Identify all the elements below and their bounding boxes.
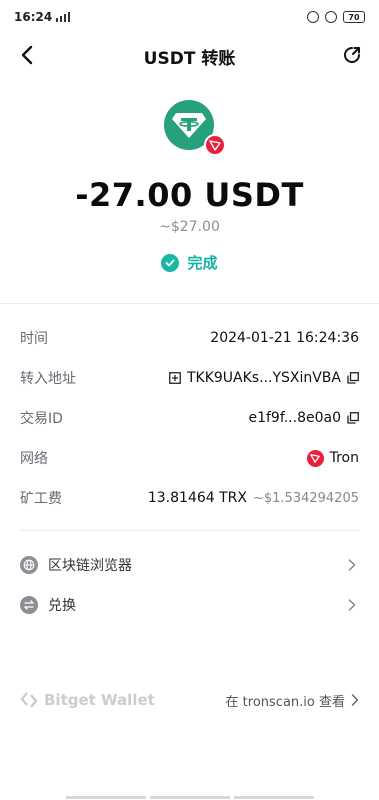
- status-badge: 完成: [0, 252, 379, 273]
- detail-value: e1f9f...8e0a0: [248, 410, 359, 426]
- detail-value: 13.81464 TRX ~$1.534294205: [148, 490, 359, 506]
- explorer-link[interactable]: 区块链浏览器: [20, 545, 359, 585]
- swap-link[interactable]: 兑换: [20, 585, 359, 625]
- token-logo: [163, 100, 226, 156]
- detail-row-network: 网络 Tron: [20, 438, 359, 478]
- check-circle-icon: [161, 253, 180, 272]
- network-value: Tron: [329, 450, 359, 466]
- detail-label: 矿工费: [20, 491, 62, 507]
- tronscan-text: 在 tronscan.io 查看: [225, 694, 345, 710]
- chevron-right-icon: [345, 558, 359, 572]
- fiat-amount: ~$27.00: [159, 219, 220, 235]
- detail-row-fee: 矿工费 13.81464 TRX ~$1.534294205: [20, 478, 359, 518]
- detail-label: 交易ID: [20, 411, 63, 427]
- bottom-edge: [0, 796, 379, 800]
- add-contact-icon[interactable]: [169, 372, 181, 384]
- chevron-right-icon: [345, 598, 359, 612]
- detail-row-time: 时间 2024-01-21 16:24:36: [20, 318, 359, 358]
- address-value: TKK9UAKs...YSXinVBA: [186, 370, 341, 386]
- txid-value: e1f9f...8e0a0: [248, 410, 341, 426]
- transfer-amount: -27.00 USDT: [75, 176, 304, 214]
- detail-value: 2024-01-21 16:24:36: [210, 330, 359, 346]
- copy-icon[interactable]: [347, 372, 359, 384]
- signal-icon: [56, 12, 71, 22]
- swap-icon: [20, 596, 38, 614]
- detail-row-txid: 交易ID e1f9f...8e0a0: [20, 398, 359, 438]
- detail-label: 时间: [20, 331, 48, 347]
- chevron-right-icon: [351, 694, 359, 706]
- status-left: 16:24: [14, 10, 78, 24]
- globe-icon: [20, 556, 38, 574]
- tron-icon: [306, 449, 324, 467]
- detail-value: TKK9UAKs...YSXinVBA: [169, 370, 359, 386]
- tether-symbol-icon: [171, 113, 206, 138]
- section-divider: [0, 303, 379, 304]
- token-hero: [0, 100, 379, 156]
- edge-segment: [149, 796, 230, 799]
- link-label: 兑换: [48, 598, 76, 614]
- nav-bar: USDT 转账: [0, 36, 379, 76]
- back-button[interactable]: [12, 40, 42, 70]
- battery-icon: 70: [343, 11, 365, 23]
- chevron-left-icon: [21, 45, 33, 65]
- page-title: USDT 转账: [143, 48, 236, 69]
- detail-row-address: 转入地址 TKK9UAKs...YSXinVBA: [20, 358, 359, 398]
- detail-label: 网络: [20, 451, 48, 467]
- bitget-wallet-logo: Bitget Wallet: [20, 691, 155, 709]
- link-label: 区块链浏览器: [48, 558, 132, 574]
- edge-segment: [233, 796, 314, 799]
- bitget-icon: [20, 692, 38, 708]
- time-value: 2024-01-21 16:24:36: [210, 330, 359, 346]
- copy-icon[interactable]: [347, 412, 359, 424]
- section-divider: [20, 530, 359, 531]
- tron-badge-icon: [203, 134, 226, 156]
- wifi-icon: [325, 11, 337, 23]
- external-link-icon: [344, 47, 360, 63]
- status-text: 完成: [187, 254, 218, 272]
- brand-text: Bitget Wallet: [44, 691, 155, 709]
- edge-segment: [65, 796, 146, 799]
- action-links: 区块链浏览器 兑换: [20, 545, 359, 625]
- status-right: 70: [307, 11, 365, 23]
- fee-value: 13.81464 TRX: [147, 490, 247, 506]
- transaction-details: 时间 2024-01-21 16:24:36 转入地址 TKK9UAKs...Y…: [20, 318, 359, 518]
- detail-label: 转入地址: [20, 371, 76, 387]
- footer: Bitget Wallet 在 tronscan.io 查看: [20, 686, 359, 714]
- detail-value: Tron: [306, 449, 359, 467]
- alarm-icon: [307, 11, 319, 23]
- fee-fiat-value: ~$1.534294205: [252, 490, 359, 506]
- status-time: 16:24: [14, 10, 53, 24]
- share-button[interactable]: [337, 40, 367, 70]
- status-bar: 16:24 70: [0, 0, 379, 34]
- tronscan-link[interactable]: 在 tronscan.io 查看: [226, 691, 359, 710]
